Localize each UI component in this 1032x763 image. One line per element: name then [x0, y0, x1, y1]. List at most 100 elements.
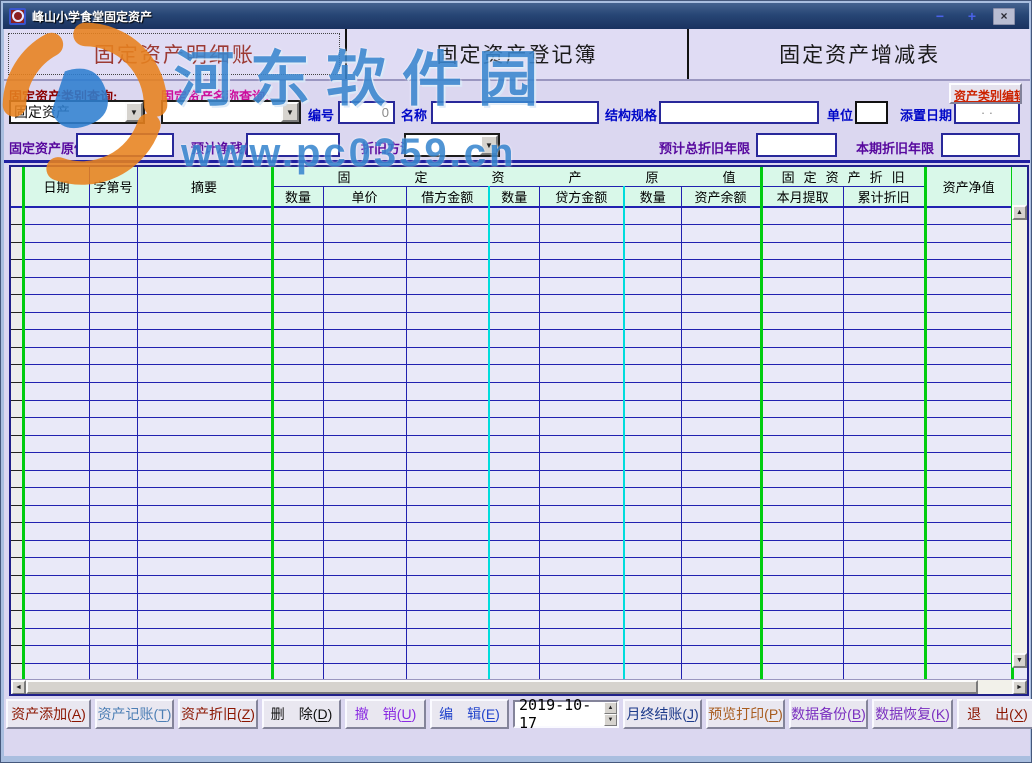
- table-cell[interactable]: [137, 312, 272, 330]
- table-cell[interactable]: [761, 330, 843, 348]
- table-cell[interactable]: [23, 418, 89, 436]
- table-cell[interactable]: [323, 540, 406, 558]
- table-cell[interactable]: [406, 312, 489, 330]
- table-cell[interactable]: [137, 611, 272, 629]
- table-cell[interactable]: [843, 488, 925, 506]
- table-cell[interactable]: [406, 365, 489, 383]
- table-cell[interactable]: [406, 347, 489, 365]
- table-cell[interactable]: [843, 593, 925, 611]
- table-cell[interactable]: [137, 646, 272, 664]
- table-cell[interactable]: [624, 242, 681, 260]
- table-cell[interactable]: [272, 453, 323, 471]
- table-cell[interactable]: [843, 260, 925, 278]
- table-cell[interactable]: [489, 646, 539, 664]
- table-cell[interactable]: [761, 277, 843, 295]
- table-cell[interactable]: [406, 646, 489, 664]
- tab-fixed-asset-changes[interactable]: 固定资产增减表: [687, 29, 1030, 79]
- table-cell[interactable]: [89, 558, 137, 576]
- close-button[interactable]: ×: [993, 8, 1015, 25]
- row-selector[interactable]: [11, 207, 23, 225]
- table-cell[interactable]: [681, 347, 761, 365]
- table-cell[interactable]: [323, 505, 406, 523]
- table-cell[interactable]: [137, 295, 272, 313]
- row-selector[interactable]: [11, 488, 23, 506]
- table-cell[interactable]: [539, 558, 624, 576]
- table-cell[interactable]: [137, 488, 272, 506]
- table-cell[interactable]: [624, 523, 681, 541]
- table-cell[interactable]: [323, 260, 406, 278]
- horizontal-scrollbar[interactable]: ◄ ►: [11, 679, 1027, 694]
- table-cell[interactable]: [489, 593, 539, 611]
- category-query-select[interactable]: 固定资产 ▼: [9, 100, 145, 124]
- table-cell[interactable]: [761, 435, 843, 453]
- table-cell[interactable]: [539, 435, 624, 453]
- posting-date-spinner[interactable]: 2019-10-17 ▲ ▼: [513, 700, 619, 728]
- table-cell[interactable]: [23, 347, 89, 365]
- table-cell[interactable]: [272, 505, 323, 523]
- table-cell[interactable]: [23, 575, 89, 593]
- table-cell[interactable]: [489, 418, 539, 436]
- table-cell[interactable]: [925, 365, 1012, 383]
- table-cell[interactable]: [925, 277, 1012, 295]
- table-cell[interactable]: [539, 312, 624, 330]
- table-cell[interactable]: [843, 453, 925, 471]
- table-cell[interactable]: [539, 295, 624, 313]
- table-cell[interactable]: [925, 207, 1012, 225]
- table-cell[interactable]: [925, 628, 1012, 646]
- table-cell[interactable]: [539, 470, 624, 488]
- name-query-select[interactable]: ▼: [161, 100, 301, 124]
- chevron-down-icon[interactable]: ▼: [480, 135, 498, 155]
- table-cell[interactable]: [406, 488, 489, 506]
- table-cell[interactable]: [761, 611, 843, 629]
- table-cell[interactable]: [624, 260, 681, 278]
- table-cell[interactable]: [843, 575, 925, 593]
- table-cell[interactable]: [489, 277, 539, 295]
- table-cell[interactable]: [925, 225, 1012, 243]
- table-cell[interactable]: [406, 330, 489, 348]
- table-cell[interactable]: [681, 260, 761, 278]
- table-cell[interactable]: [489, 295, 539, 313]
- table-cell[interactable]: [137, 330, 272, 348]
- table-cell[interactable]: [843, 400, 925, 418]
- table-cell[interactable]: [323, 312, 406, 330]
- table-cell[interactable]: [843, 418, 925, 436]
- table-cell[interactable]: [137, 435, 272, 453]
- table-cell[interactable]: [272, 347, 323, 365]
- table-cell[interactable]: [89, 470, 137, 488]
- table-cell[interactable]: [23, 312, 89, 330]
- table-cell[interactable]: [23, 558, 89, 576]
- table-cell[interactable]: [925, 575, 1012, 593]
- table-cell[interactable]: [539, 365, 624, 383]
- scroll-up-icon[interactable]: ▲: [1012, 205, 1027, 220]
- table-cell[interactable]: [624, 418, 681, 436]
- asset-depreciation-button[interactable]: 资产折旧(Z): [178, 699, 258, 729]
- table-cell[interactable]: [23, 453, 89, 471]
- row-selector[interactable]: [11, 575, 23, 593]
- table-cell[interactable]: [23, 400, 89, 418]
- table-cell[interactable]: [323, 207, 406, 225]
- table-cell[interactable]: [323, 225, 406, 243]
- table-cell[interactable]: [681, 242, 761, 260]
- table-cell[interactable]: [843, 330, 925, 348]
- table-cell[interactable]: [624, 382, 681, 400]
- table-cell[interactable]: [489, 505, 539, 523]
- row-selector[interactable]: [11, 523, 23, 541]
- table-cell[interactable]: [406, 558, 489, 576]
- table-cell[interactable]: [624, 207, 681, 225]
- table-cell[interactable]: [925, 470, 1012, 488]
- row-selector[interactable]: [11, 646, 23, 664]
- table-cell[interactable]: [681, 523, 761, 541]
- row-selector[interactable]: [11, 558, 23, 576]
- table-cell[interactable]: [843, 558, 925, 576]
- row-selector[interactable]: [11, 225, 23, 243]
- table-cell[interactable]: [843, 312, 925, 330]
- table-cell[interactable]: [489, 225, 539, 243]
- table-cell[interactable]: [761, 540, 843, 558]
- table-cell[interactable]: [272, 558, 323, 576]
- table-cell[interactable]: [323, 277, 406, 295]
- table-cell[interactable]: [23, 488, 89, 506]
- row-selector[interactable]: [11, 242, 23, 260]
- table-cell[interactable]: [323, 628, 406, 646]
- table-cell[interactable]: [272, 242, 323, 260]
- row-selector[interactable]: [11, 435, 23, 453]
